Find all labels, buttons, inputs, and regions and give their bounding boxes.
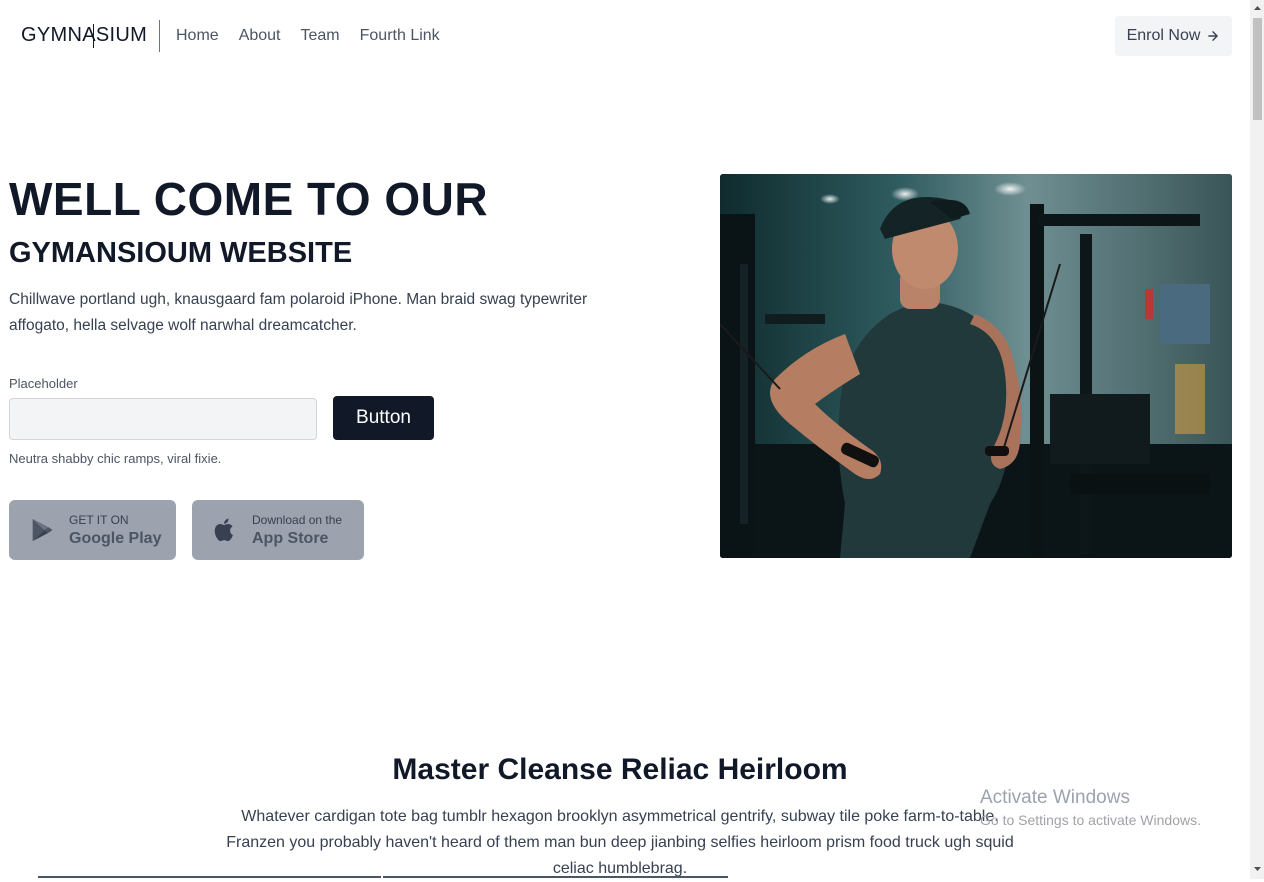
google-play-button[interactable]: GET IT ON Google Play [9,500,176,560]
enrol-now-label: Enrol Now [1126,27,1201,44]
gym-photo-illustration [720,174,1232,558]
app-store-button[interactable]: Download on the App Store [192,500,364,560]
windows-watermark-title: Activate Windows [980,787,1130,808]
app-store-small-label: Download on the [252,513,343,527]
apple-icon [214,518,233,542]
scroll-up-arrow-icon[interactable] [1253,2,1262,14]
section-title: Master Cleanse Reliac Heirloom [392,753,848,786]
field-help-text: Neutra shabby chic ramps, viral fixie. [9,451,222,466]
section-text: Whatever cardigan tote bag tumblr hexago… [226,808,1014,877]
google-play-icon [32,518,53,542]
hero-description: Chillwave portland ugh, knausgaard fam p… [9,291,588,334]
windows-watermark-subtitle: Go to Settings to activate Windows. [980,812,1201,828]
app-store-big-label: App Store [252,530,329,547]
nav-divider [159,20,160,52]
text-cursor [93,24,94,48]
app-store-text: Download on the App Store [252,513,342,550]
nav-link-team[interactable]: Team [301,27,340,45]
google-play-big-label: Google Play [69,530,162,547]
site-header: GYMNASIUM Home About Team Fourth Link En… [0,0,1250,72]
enrol-now-button[interactable]: Enrol Now [1115,16,1232,56]
hero-submit-button[interactable]: Button [333,396,434,440]
main-nav: Home About Team Fourth Link [176,27,440,45]
scrollbar-thumb[interactable] [1253,18,1262,120]
nav-link-home[interactable]: Home [176,27,219,45]
google-play-text: GET IT ON Google Play [69,513,161,550]
field-label: Placeholder [9,376,78,391]
google-play-small-label: GET IT ON [69,513,129,527]
nav-link-fourth[interactable]: Fourth Link [360,27,440,45]
hero-input[interactable] [9,398,317,440]
scrollbar-track[interactable] [1250,0,1264,879]
hero-subtitle: GYMANSIOUM WEBSITE [9,237,353,269]
site-logo[interactable]: GYMNASIUM [21,24,147,47]
arrow-right-icon [1208,31,1219,41]
hero-title: WELL COME TO OUR [9,173,489,225]
scroll-down-arrow-icon[interactable] [1253,863,1262,875]
hero-image [720,174,1232,558]
nav-link-about[interactable]: About [239,27,281,45]
